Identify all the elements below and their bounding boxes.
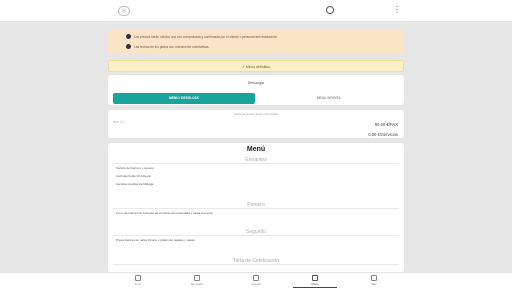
menu-section-primero: Primero Lomo de lubina con bouquet de ve… [113,201,399,217]
bottom-navigation: Inicio Mensajes Agenda Menú Más [0,272,512,288]
menu-item: Anchoas doble 00 Arbeyal [113,172,399,180]
nav-item-agenda[interactable]: Agenda [242,275,270,286]
menu-title: Menú [246,146,266,153]
nav-label: Agenda [251,282,261,286]
menu-icon [312,275,318,281]
menu-item: Presa ibérica con salsa Oporto y gratén … [113,236,399,244]
menu-section-segundo: Segundo Presa ibérica con salsa Oporto y… [113,228,399,244]
home-icon [135,275,141,281]
pax-label: PAX x 1 [113,120,124,124]
warning-text: Las fechas de los platos son meramente o… [134,45,210,49]
download-card: Descargar MENÚ / DESGLOSE MENÚ INFANTIL [108,75,404,105]
message-icon [194,275,200,281]
menu-item: Surtido de ibéricos y quesos [113,164,399,172]
more-icon [371,275,377,281]
menu-definitivo-badge: ✓ Menú definitivo [108,60,404,72]
clock-icon [126,44,131,49]
menu-card: Menú Entrantes Surtido de ibéricos y que… [108,143,404,273]
warning-banner: Los precios serán válidos una vez compro… [108,30,404,54]
menu-infantil-button[interactable]: MENÚ INFANTIL [262,93,396,104]
services-price: 0,00 €/Servicios [368,132,398,137]
menu-section-entrantes: Entrantes Surtido de ibéricos y quesos A… [113,156,399,188]
nav-label: Menú [311,282,319,286]
menu-item: Gambas cocidas de Málaga [113,180,399,188]
top-bar: ◎ ⋮ [0,0,512,22]
section-title: Segundo [113,228,399,236]
warning-icon [126,34,131,39]
calendar-icon [253,275,259,281]
nav-item-mensajes[interactable]: Mensajes [183,275,211,286]
download-title: Descargar [247,81,265,85]
menu-desglose-button[interactable]: MENÚ / DESGLOSE [113,93,255,104]
nav-label: Más [371,282,377,286]
pricing-card: Todos los precios tienen IVA incluido PA… [108,110,404,138]
menu-item: Lomo de lubina con bouquet de verduras d… [113,209,399,217]
nav-label: Mensajes [191,282,203,286]
nav-item-inicio[interactable]: Inicio [124,275,152,286]
warning-text: Los precios serán válidos una vez compro… [134,35,278,39]
pax-price: 90,00 €/PAX [374,122,398,127]
menu-section-tarta: Tarta de Celebración [113,257,399,265]
chat-icon[interactable] [326,6,334,14]
nav-item-menu[interactable]: Menú [301,275,329,286]
section-title: Primero [113,201,399,209]
pricing-note: Todos los precios tienen IVA incluido [233,112,279,116]
logo-icon[interactable]: ◎ [118,6,130,16]
more-vertical-icon[interactable]: ⋮ [393,5,401,15]
nav-label: Inicio [134,282,142,286]
main-content: Los precios serán válidos una vez compro… [108,30,404,273]
section-title: Entrantes [113,156,399,164]
section-title: Tarta de Celebración [113,257,399,265]
nav-item-mas[interactable]: Más [360,275,388,286]
